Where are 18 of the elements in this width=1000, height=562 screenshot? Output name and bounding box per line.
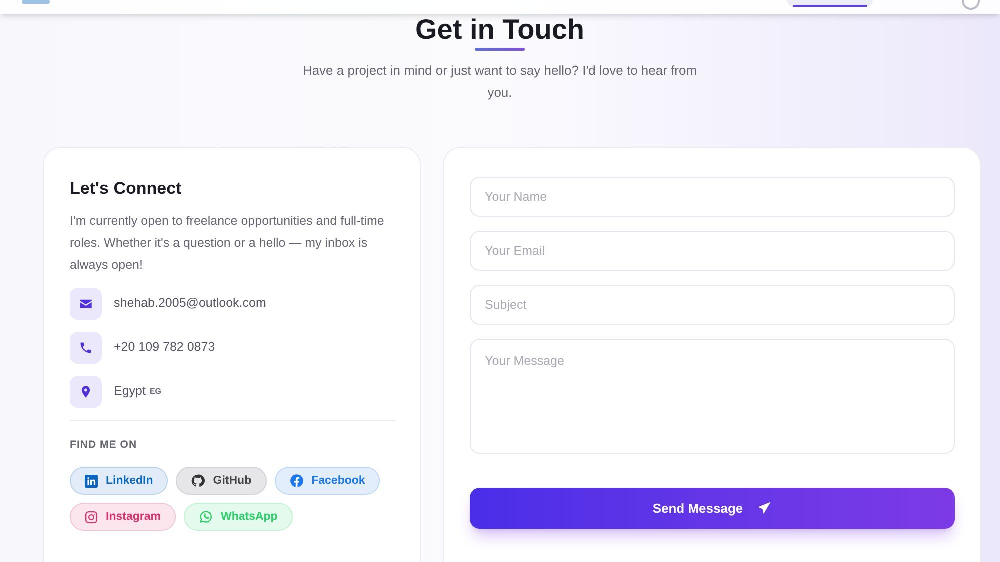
section-title: Get in Touch bbox=[415, 14, 585, 46]
input-field[interactable]: Subject bbox=[470, 285, 955, 325]
social-link[interactable]: GitHub bbox=[176, 467, 267, 496]
social-heading: FIND ME ON bbox=[70, 438, 138, 452]
country-code: EG bbox=[150, 386, 162, 398]
contact-text: +20 109 782 0873 bbox=[114, 339, 216, 356]
contact-text: shehab.2005@outlook.com bbox=[114, 295, 266, 312]
contact-text: Egypt bbox=[114, 383, 146, 400]
section-subtitle: Have a project in mind or just want to say hello? I'd love to hear from you. bbox=[302, 62, 698, 102]
input-field[interactable]: Your Name bbox=[470, 177, 955, 217]
card-title: Let's Connect bbox=[70, 178, 183, 200]
send-message-button[interactable]: Send Message bbox=[470, 488, 955, 529]
social-link[interactable]: Facebook bbox=[274, 467, 380, 496]
social-link[interactable]: LinkedIn bbox=[70, 467, 168, 496]
message-field[interactable]: Your Message bbox=[470, 339, 955, 454]
card-description: I'm currently open to freelance opportunities and full-time roles. Whether it's a question or a hello — my inbox is always open! bbox=[70, 212, 386, 274]
social-link[interactable]: Instagram bbox=[70, 503, 176, 532]
input-field[interactable]: Your Email bbox=[470, 231, 955, 271]
